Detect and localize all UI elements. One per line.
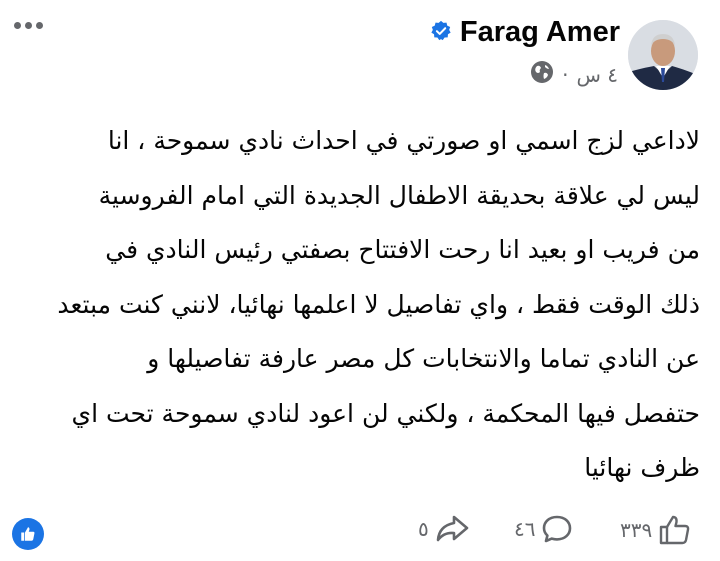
comment-count: ٤٦ — [514, 517, 536, 541]
avatar-image — [628, 20, 698, 90]
post-text-line: لاداعي لزج اسمي او صورتي في احداث نادي س… — [107, 126, 700, 155]
post-text-line: ظرف نهائيا — [584, 453, 700, 482]
like-button[interactable]: ٣٣٩ — [620, 514, 692, 546]
post-text-line: ليس لي علاقة بحديقة الاطفال الجديدة التي… — [98, 180, 700, 210]
like-count: ٣٣٩ — [620, 518, 653, 542]
globe-icon[interactable] — [530, 60, 554, 89]
time-separator: · — [562, 62, 569, 87]
more-options-icon[interactable] — [14, 22, 43, 29]
post-text-line: ذلك الوقت فقط ، واي تفاصيل لا اعلمها نها… — [57, 289, 700, 319]
post-time[interactable]: ٤ س — [576, 63, 618, 87]
share-count: ٥ — [418, 517, 429, 541]
comment-icon — [543, 515, 572, 543]
comment-button[interactable]: ٤٦ — [514, 514, 573, 544]
post-text-line: حتفصل فيها المحكمة ، ولكني لن اعود لنادي… — [71, 398, 701, 428]
post-body: لاداعي لزج اسمي او صورتي في احداث نادي س… — [10, 114, 700, 496]
avatar[interactable] — [628, 20, 698, 90]
verified-badge-icon — [430, 20, 452, 46]
author-name[interactable]: Farag Amer — [460, 16, 620, 49]
post-footer: ٥ ٤٦ ٣٣٩ — [0, 508, 720, 552]
share-button[interactable]: ٥ — [418, 514, 469, 544]
share-icon — [436, 515, 469, 542]
post-text-line: عن النادي تماما والانتخابات كل مصر عارفة… — [147, 344, 700, 373]
like-reaction-icon[interactable] — [12, 518, 44, 550]
post-text-line: من فريب او بعيد انا رحت الافتتاح بصفتي ر… — [105, 235, 700, 264]
like-icon — [660, 515, 690, 545]
